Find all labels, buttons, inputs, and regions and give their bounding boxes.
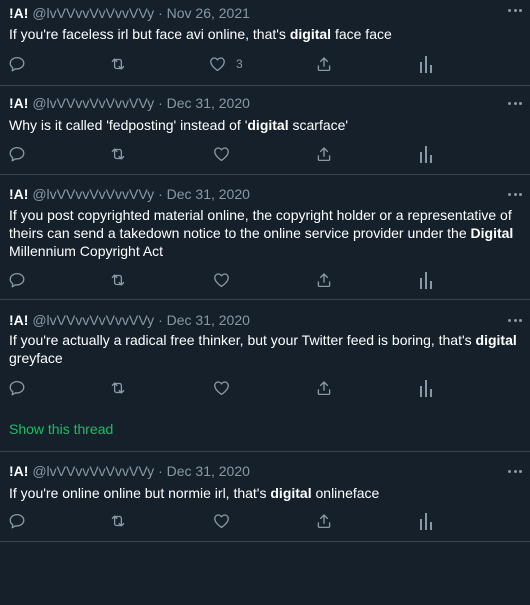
- like-button[interactable]: [212, 144, 231, 164]
- share-icon: [317, 147, 331, 162]
- tweet[interactable]: !A! @lvVVvvVvVvvVVy · Nov 26, 2021 If yo…: [0, 0, 530, 86]
- more-icon[interactable]: [508, 7, 522, 13]
- more-icon[interactable]: [508, 468, 522, 474]
- share-icon: [317, 381, 331, 396]
- retweet-button[interactable]: [108, 144, 128, 164]
- separator: ·: [158, 95, 163, 111]
- analytics-icon: [420, 380, 432, 397]
- action-bar: [0, 511, 530, 531]
- reply-icon: [9, 56, 25, 72]
- action-bar: [0, 270, 530, 290]
- tweet-text: If you're faceless irl but face avi onli…: [9, 26, 392, 42]
- reply-icon: [9, 380, 25, 396]
- separator: ·: [158, 463, 163, 479]
- like-icon: [210, 57, 225, 72]
- handle[interactable]: @lvVVvvVvVvvVVy: [32, 95, 154, 111]
- reply-icon: [9, 146, 25, 162]
- retweet-icon: [111, 382, 125, 394]
- retweet-icon: [111, 515, 125, 527]
- retweet-icon: [111, 148, 125, 160]
- timestamp[interactable]: Dec 31, 2020: [167, 186, 250, 202]
- more-icon[interactable]: [508, 191, 522, 197]
- reply-button[interactable]: [8, 54, 26, 74]
- more-icon[interactable]: [508, 317, 522, 323]
- tweet[interactable]: !A! @lvVVvvVvVvvVVy · Dec 31, 2020 If yo…: [0, 300, 530, 452]
- analytics-button[interactable]: [418, 270, 434, 290]
- analytics-button[interactable]: [418, 511, 434, 531]
- like-count: 3: [236, 57, 243, 71]
- like-button[interactable]: [212, 270, 231, 290]
- reply-button[interactable]: [8, 270, 26, 290]
- retweet-icon: [111, 58, 125, 70]
- separator: ·: [158, 5, 163, 21]
- analytics-button[interactable]: [418, 144, 434, 164]
- display-name[interactable]: !A!: [9, 95, 28, 111]
- analytics-button[interactable]: [418, 54, 434, 74]
- handle[interactable]: @lvVVvvVvVvvVVy: [32, 186, 154, 202]
- tweet-header: !A! @lvVVvvVvVvvVVy · Dec 31, 2020: [9, 185, 250, 204]
- reply-button[interactable]: [8, 378, 26, 398]
- share-button[interactable]: [315, 54, 333, 74]
- share-button[interactable]: [315, 270, 333, 290]
- display-name[interactable]: !A!: [9, 186, 28, 202]
- like-icon: [214, 381, 229, 396]
- share-button[interactable]: [315, 144, 333, 164]
- timestamp[interactable]: Dec 31, 2020: [167, 463, 250, 479]
- show-thread-link[interactable]: Show this thread: [9, 421, 113, 437]
- handle[interactable]: @lvVVvvVvVvvVVy: [32, 312, 154, 328]
- tweet[interactable]: !A! @lvVVvvVvVvvVVy · Dec 31, 2020 Why i…: [0, 86, 530, 175]
- reply-button[interactable]: [8, 144, 26, 164]
- separator: ·: [158, 312, 163, 328]
- analytics-icon: [420, 513, 432, 530]
- reply-button[interactable]: [8, 511, 26, 531]
- tweet-header: !A! @lvVVvvVvVvvVVy · Dec 31, 2020: [9, 462, 250, 481]
- tweet-header: !A! @lvVVvvVvVvvVVy · Dec 31, 2020: [9, 311, 250, 330]
- timestamp[interactable]: Nov 26, 2021: [167, 5, 250, 21]
- like-icon: [214, 273, 229, 288]
- handle[interactable]: @lvVVvvVvVvvVVy: [32, 463, 154, 479]
- like-icon: [214, 147, 229, 162]
- like-button[interactable]: [212, 511, 231, 531]
- display-name[interactable]: !A!: [9, 5, 28, 21]
- reply-icon: [9, 513, 25, 529]
- share-button[interactable]: [315, 511, 333, 531]
- analytics-icon: [420, 146, 432, 163]
- display-name[interactable]: !A!: [9, 463, 28, 479]
- retweet-button[interactable]: [108, 270, 128, 290]
- display-name[interactable]: !A!: [9, 312, 28, 328]
- tweet-text: If you post copyrighted material online,…: [9, 207, 514, 259]
- action-bar: [0, 378, 530, 398]
- share-icon: [317, 514, 331, 529]
- share-icon: [317, 57, 331, 72]
- handle[interactable]: @lvVVvvVvVvvVVy: [32, 5, 154, 21]
- timestamp[interactable]: Dec 31, 2020: [167, 312, 250, 328]
- retweet-button[interactable]: [108, 54, 128, 74]
- analytics-icon: [420, 272, 432, 289]
- tweet-text: If you're online online but normie irl, …: [9, 485, 380, 501]
- timestamp[interactable]: Dec 31, 2020: [167, 95, 250, 111]
- tweet-header: !A! @lvVVvvVvVvvVVy · Dec 31, 2020: [9, 94, 250, 113]
- like-button[interactable]: [212, 378, 231, 398]
- retweet-button[interactable]: [108, 511, 128, 531]
- tweet-header: !A! @lvVVvvVvVvvVVy · Nov 26, 2021: [9, 4, 250, 23]
- action-bar: 3: [0, 54, 530, 74]
- tweet-text: Why is it called 'fedposting' instead of…: [9, 117, 349, 133]
- tweet[interactable]: !A! @lvVVvvVvVvvVVy · Dec 31, 2020 If yo…: [0, 452, 530, 542]
- reply-icon: [9, 272, 25, 288]
- separator: ·: [158, 186, 163, 202]
- retweet-button[interactable]: [108, 378, 128, 398]
- retweet-icon: [111, 274, 125, 286]
- share-icon: [317, 273, 331, 288]
- analytics-icon: [420, 56, 432, 73]
- share-button[interactable]: [315, 378, 333, 398]
- like-button[interactable]: 3: [208, 54, 243, 74]
- tweet-text: If you're actually a radical free thinke…: [9, 332, 517, 366]
- more-icon[interactable]: [508, 100, 522, 106]
- action-bar: [0, 144, 530, 164]
- analytics-button[interactable]: [418, 378, 434, 398]
- like-icon: [214, 514, 229, 529]
- tweet[interactable]: !A! @lvVVvvVvVvvVVy · Dec 31, 2020 If yo…: [0, 175, 530, 300]
